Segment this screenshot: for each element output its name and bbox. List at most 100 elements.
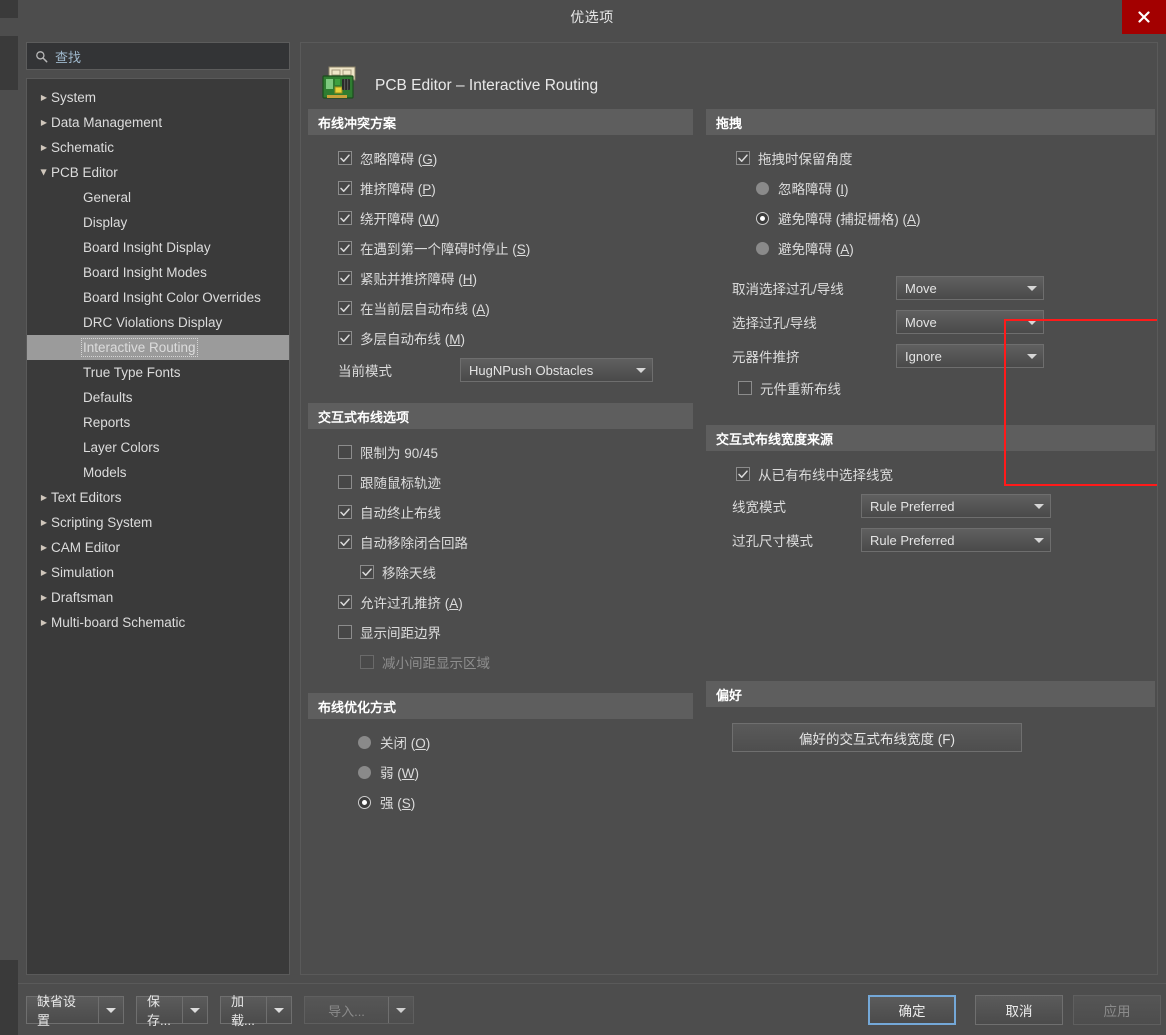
chevron-right-icon[interactable]: ▶ <box>37 543 51 552</box>
checkbox-conflict-6[interactable] <box>338 331 352 345</box>
sidebar-item-scripting-system[interactable]: ▶ Scripting System <box>27 510 289 535</box>
sidebar-item-general[interactable]: General <box>27 185 289 210</box>
checkbox-row[interactable]: 紧贴并推挤障碍 (H) <box>308 263 693 293</box>
checkbox-row[interactable]: 在当前层自动布线 (A) <box>308 293 693 323</box>
sidebar-item-system[interactable]: ▶ System <box>27 85 289 110</box>
checkbox-intopt-0[interactable] <box>338 445 352 459</box>
sidebar-item-data-management[interactable]: ▶ Data Management <box>27 110 289 135</box>
checkbox-row[interactable]: 多层自动布线 (M) <box>308 323 693 353</box>
checkbox-intopt-3[interactable] <box>338 535 352 549</box>
checkbox-intopt-6[interactable] <box>338 625 352 639</box>
sidebar-item-pcb-editor[interactable]: ▶ PCB Editor <box>27 160 289 185</box>
radio-drag-2[interactable] <box>756 241 769 255</box>
checkbox-intopt-7[interactable] <box>360 655 374 669</box>
sidebar-item-interactive-routing[interactable]: Interactive Routing <box>27 335 289 360</box>
checkbox-row[interactable]: 自动移除闭合回路 <box>308 527 693 557</box>
combo-drag-1[interactable]: Move <box>896 310 1044 334</box>
sidebar-item-defaults[interactable]: Defaults <box>27 385 289 410</box>
checkbox-intopt-1[interactable] <box>338 475 352 489</box>
radio-optim-2[interactable] <box>358 795 371 809</box>
chevron-right-icon[interactable]: ▶ <box>37 118 51 127</box>
chevron-right-icon[interactable]: ▶ <box>37 618 51 627</box>
chevron-down-icon[interactable] <box>267 997 291 1023</box>
chevron-right-icon[interactable]: ▶ <box>37 493 51 502</box>
sidebar-item-schematic[interactable]: ▶ Schematic <box>27 135 289 160</box>
checkbox-conflict-1[interactable] <box>338 181 352 195</box>
sidebar-item-drc-violations-display[interactable]: DRC Violations Display <box>27 310 289 335</box>
checkbox-intopt-5[interactable] <box>338 595 352 609</box>
sidebar-item-draftsman[interactable]: ▶ Draftsman <box>27 585 289 610</box>
footer-split-button-0[interactable]: 缺省设置 <box>26 994 124 1028</box>
checkbox-row[interactable]: 忽略障碍 (G) <box>308 143 693 173</box>
radio-row[interactable]: 弱 (W) <box>308 757 693 787</box>
settings-tree[interactable]: ▶ System ▶ Data Management ▶ Schematic ▶ PCB Ed… <box>26 78 290 975</box>
checkbox-row[interactable]: 从已有布线中选择线宽 <box>706 459 1155 489</box>
combo-width-0[interactable]: Rule Preferred <box>861 494 1051 518</box>
checkbox-width-source[interactable] <box>736 467 750 481</box>
radio-row[interactable]: 忽略障碍 (I) <box>706 173 1155 203</box>
sidebar-item-simulation[interactable]: ▶ Simulation <box>27 560 289 585</box>
sidebar-item-true-type-fonts[interactable]: True Type Fonts <box>27 360 289 385</box>
checkbox-row[interactable]: 元件重新布线 <box>706 373 1155 403</box>
checkbox-conflict-5[interactable] <box>338 301 352 315</box>
checkbox-conflict-2[interactable] <box>338 211 352 225</box>
checkbox-recomponent[interactable] <box>738 381 752 395</box>
checkbox-row[interactable]: 允许过孔推挤 (A) <box>308 587 693 617</box>
radio-drag-0[interactable] <box>756 181 769 195</box>
combo-current-mode[interactable]: HugNPush Obstacles <box>460 358 653 382</box>
footer-button-1[interactable]: 取消 <box>975 995 1063 1025</box>
sidebar-item-reports[interactable]: Reports <box>27 410 289 435</box>
checkbox-conflict-0[interactable] <box>338 151 352 165</box>
checkbox-conflict-4[interactable] <box>338 271 352 285</box>
radio-row[interactable]: 避免障碍 (A) <box>706 233 1155 263</box>
sidebar-item-board-insight-modes[interactable]: Board Insight Modes <box>27 260 289 285</box>
combo-width-1[interactable]: Rule Preferred <box>861 528 1051 552</box>
checkbox-row[interactable]: 移除天线 <box>308 557 693 587</box>
chevron-right-icon[interactable]: ▶ <box>37 518 51 527</box>
checkbox-intopt-2[interactable] <box>338 505 352 519</box>
checkbox-preserve-angle[interactable] <box>736 151 750 165</box>
preferred-routing-width-button[interactable]: 偏好的交互式布线宽度 (F) <box>732 723 1022 752</box>
footer-split-button-1[interactable]: 保存... <box>136 994 208 1028</box>
chevron-right-icon[interactable]: ▶ <box>37 568 51 577</box>
checkbox-row[interactable]: 显示间距边界 <box>308 617 693 647</box>
combo-drag-2[interactable]: Ignore <box>896 344 1044 368</box>
footer-split-button-2[interactable]: 加载... <box>220 994 292 1028</box>
chevron-right-icon[interactable]: ▶ <box>37 143 51 152</box>
sidebar-item-multi-board-schematic[interactable]: ▶ Multi-board Schematic <box>27 610 289 635</box>
sidebar-item-board-insight-color-overrides[interactable]: Board Insight Color Overrides <box>27 285 289 310</box>
sidebar-item-layer-colors[interactable]: Layer Colors <box>27 435 289 460</box>
checkbox-row[interactable]: 拖拽时保留角度 <box>706 143 1155 173</box>
footer-button-0[interactable]: 确定 <box>868 995 956 1025</box>
sidebar-item-text-editors[interactable]: ▶ Text Editors <box>27 485 289 510</box>
sidebar-item-cam-editor[interactable]: ▶ CAM Editor <box>27 535 289 560</box>
checkbox-row[interactable]: 限制为 90/45 <box>308 437 693 467</box>
checkbox-row[interactable]: 自动终止布线 <box>308 497 693 527</box>
radio-row[interactable]: 强 (S) <box>308 787 693 817</box>
checkbox-row[interactable]: 减小间距显示区域 <box>308 647 693 677</box>
close-icon[interactable] <box>1122 0 1166 34</box>
chevron-down-icon[interactable] <box>183 997 207 1023</box>
chevron-down-icon[interactable]: ▶ <box>40 166 49 180</box>
radio-drag-1[interactable] <box>756 211 769 225</box>
checkbox-row[interactable]: 绕开障碍 (W) <box>308 203 693 233</box>
checkbox-row[interactable]: 跟随鼠标轨迹 <box>308 467 693 497</box>
radio-row[interactable]: 避免障碍 (捕捉栅格) (A) <box>706 203 1155 233</box>
radio-optim-1[interactable] <box>358 765 371 779</box>
checkbox-row[interactable]: 在遇到第一个障碍时停止 (S) <box>308 233 693 263</box>
checkbox-row[interactable]: 推挤障碍 (P) <box>308 173 693 203</box>
chevron-right-icon[interactable]: ▶ <box>37 593 51 602</box>
content-panel: PCB Editor – Interactive Routing 布线冲突方案忽… <box>300 42 1158 975</box>
chevron-down-icon[interactable] <box>389 997 413 1023</box>
radio-row[interactable]: 关闭 (O) <box>308 727 693 757</box>
radio-optim-0[interactable] <box>358 735 371 749</box>
search-input[interactable]: 查找 <box>26 42 290 70</box>
chevron-down-icon[interactable] <box>99 997 123 1023</box>
chevron-right-icon[interactable]: ▶ <box>37 93 51 102</box>
sidebar-item-models[interactable]: Models <box>27 460 289 485</box>
checkbox-conflict-3[interactable] <box>338 241 352 255</box>
combo-drag-0[interactable]: Move <box>896 276 1044 300</box>
checkbox-intopt-4[interactable] <box>360 565 374 579</box>
sidebar-item-board-insight-display[interactable]: Board Insight Display <box>27 235 289 260</box>
sidebar-item-display[interactable]: Display <box>27 210 289 235</box>
